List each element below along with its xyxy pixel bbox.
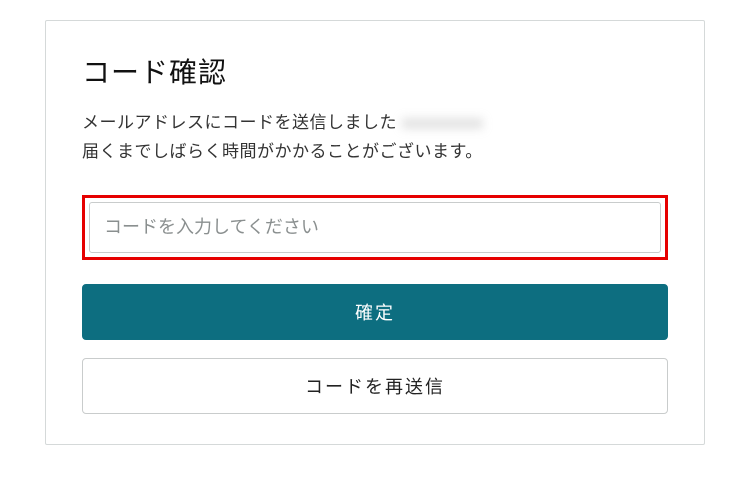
page-title: コード確認 bbox=[82, 51, 668, 91]
desc-line2: 届くまでしばらく時間がかかることがございます。 bbox=[82, 142, 483, 161]
masked-email: xxxxxxxxx bbox=[402, 109, 483, 138]
code-input-highlight bbox=[82, 195, 668, 260]
code-input[interactable] bbox=[89, 202, 661, 253]
resend-code-button[interactable]: コードを再送信 bbox=[82, 358, 668, 414]
desc-line1-prefix: メールアドレスにコードを送信しました bbox=[82, 113, 402, 132]
code-verification-panel: コード確認 メールアドレスにコードを送信しました xxxxxxxxx 届くまでし… bbox=[45, 20, 705, 445]
description-text: メールアドレスにコードを送信しました xxxxxxxxx 届くまでしばらく時間が… bbox=[82, 109, 668, 167]
confirm-button[interactable]: 確定 bbox=[82, 284, 668, 340]
